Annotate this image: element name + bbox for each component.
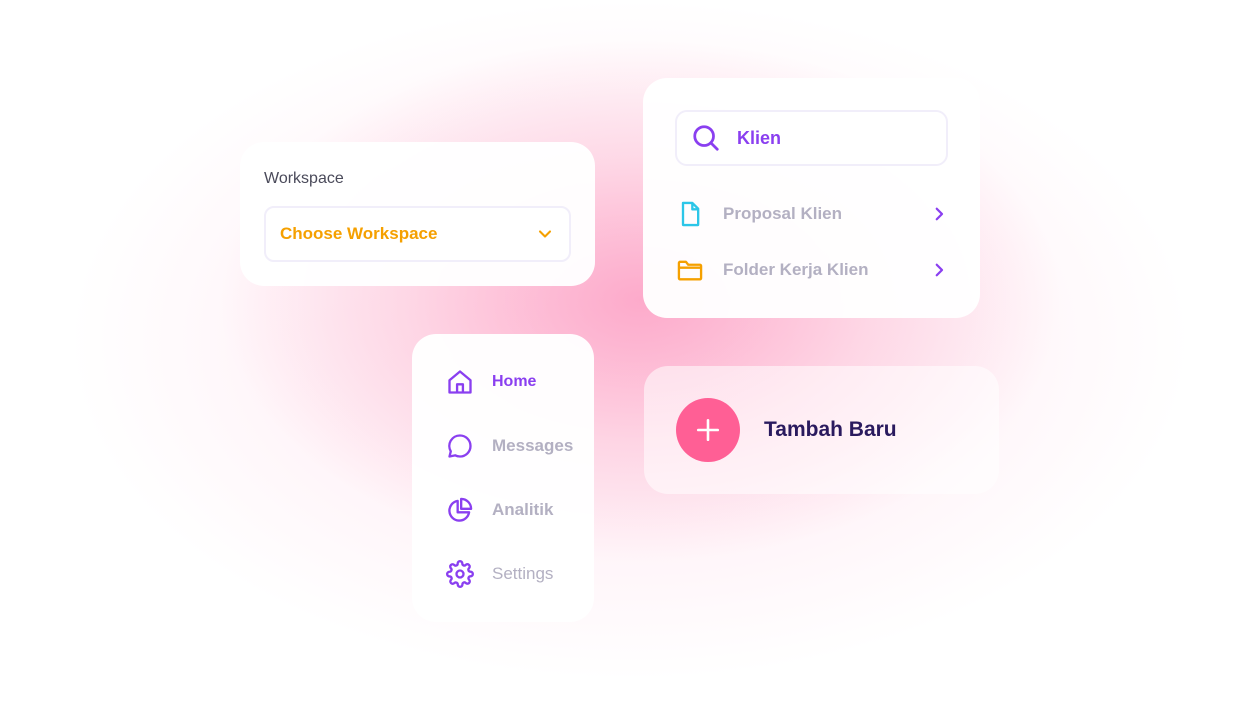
message-icon <box>448 434 472 458</box>
search-result-label: Folder Kerja Klien <box>723 260 869 279</box>
nav-item-analitik[interactable]: Analitik <box>446 492 596 528</box>
search-result-item[interactable]: Folder Kerja Klien <box>675 250 948 290</box>
add-new-button[interactable]: Tambah Baru <box>644 366 999 494</box>
search-result-label: Proposal Klien <box>723 204 843 223</box>
add-new-label: Tambah Baru <box>764 418 897 441</box>
pie-chart-icon <box>448 497 473 522</box>
home-icon <box>448 370 472 394</box>
workspace-select-value: Choose Workspace <box>280 224 438 243</box>
search-result-item[interactable]: Proposal Klien <box>675 194 948 234</box>
folder-icon <box>675 255 705 285</box>
nav-item-home[interactable]: Home <box>446 364 596 400</box>
search-icon <box>693 125 719 151</box>
nav-item-label: Home <box>492 373 537 390</box>
search-box[interactable] <box>675 110 948 166</box>
workspace-select[interactable]: Choose Workspace <box>264 206 571 262</box>
nav-item-label: Settings <box>492 564 554 583</box>
workspace-label: Workspace <box>264 170 344 187</box>
nav-menu: Home Messages Analitik Settings <box>412 334 594 622</box>
chevron-right-icon <box>930 261 948 279</box>
nav-item-label: Messages <box>492 436 574 455</box>
plus-icon <box>676 398 740 462</box>
nav-item-settings[interactable]: Settings <box>446 556 596 592</box>
chevron-down-icon <box>538 230 552 238</box>
nav-item-messages[interactable]: Messages <box>446 428 596 464</box>
chevron-right-icon <box>930 205 948 223</box>
search-card: Proposal Klien Folder Kerja Klien <box>643 78 980 318</box>
file-icon <box>675 199 705 229</box>
nav-item-label: Analitik <box>492 500 554 519</box>
gear-icon <box>446 560 474 588</box>
background-glow <box>0 0 1260 725</box>
search-input[interactable] <box>737 127 927 149</box>
workspace-card: Workspace Choose Workspace <box>240 142 595 286</box>
